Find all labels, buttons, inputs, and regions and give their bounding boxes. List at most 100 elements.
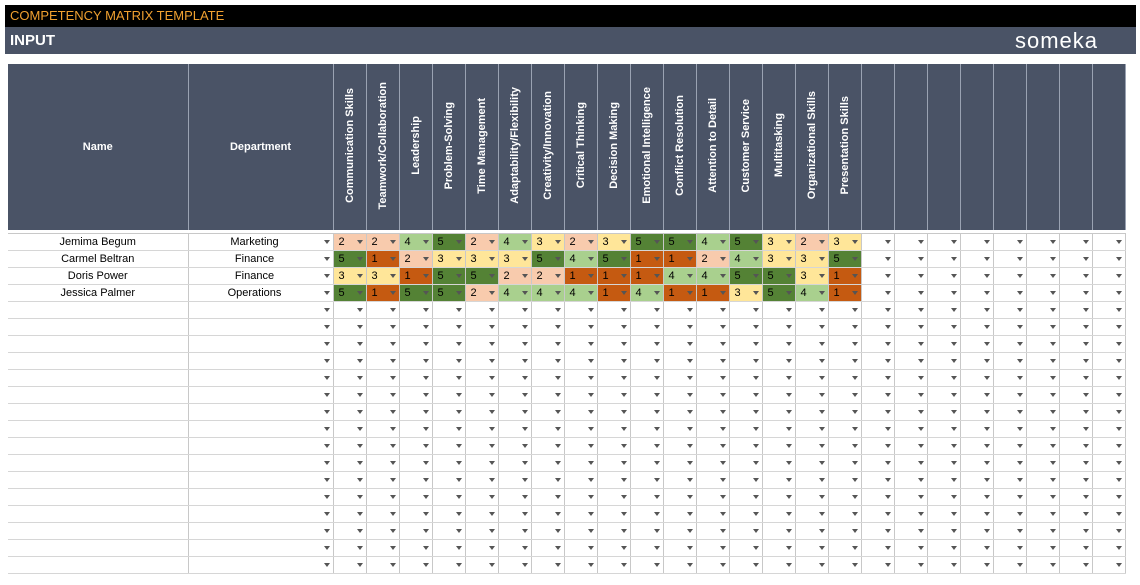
dropdown-arrow-icon[interactable] — [554, 546, 561, 550]
dropdown-arrow-icon[interactable] — [1016, 427, 1023, 431]
dropdown-arrow-icon[interactable] — [356, 393, 363, 397]
blank-score-select[interactable] — [927, 386, 961, 404]
score-select[interactable]: 5 — [762, 267, 796, 285]
dropdown-arrow-icon[interactable] — [785, 240, 792, 244]
dropdown-arrow-icon[interactable] — [818, 495, 825, 499]
dropdown-arrow-icon[interactable] — [686, 563, 693, 567]
dropdown-arrow-icon[interactable] — [587, 529, 594, 533]
dropdown-arrow-icon[interactable] — [950, 512, 957, 516]
dropdown-arrow-icon[interactable] — [752, 427, 759, 431]
dropdown-arrow-icon[interactable] — [686, 240, 693, 244]
score-select[interactable] — [432, 352, 466, 370]
dropdown-arrow-icon[interactable] — [719, 563, 726, 567]
dropdown-arrow-icon[interactable] — [884, 308, 891, 312]
dropdown-arrow-icon[interactable] — [884, 563, 891, 567]
dropdown-arrow-icon[interactable] — [587, 308, 594, 312]
score-select[interactable] — [696, 454, 730, 472]
dropdown-arrow-icon[interactable] — [884, 495, 891, 499]
dropdown-arrow-icon[interactable] — [323, 529, 330, 533]
dropdown-arrow-icon[interactable] — [422, 257, 429, 261]
score-select[interactable]: 5 — [432, 233, 466, 251]
dropdown-arrow-icon[interactable] — [521, 342, 528, 346]
score-select[interactable] — [630, 437, 664, 455]
dropdown-arrow-icon[interactable] — [323, 325, 330, 329]
score-select[interactable] — [366, 488, 400, 506]
dropdown-arrow-icon[interactable] — [620, 546, 627, 550]
score-select[interactable] — [795, 539, 829, 557]
blank-score-select[interactable] — [960, 267, 994, 285]
score-select[interactable] — [762, 352, 796, 370]
score-select[interactable] — [366, 318, 400, 336]
dropdown-arrow-icon[interactable] — [356, 240, 363, 244]
score-select[interactable] — [333, 301, 367, 319]
dropdown-arrow-icon[interactable] — [785, 461, 792, 465]
dropdown-arrow-icon[interactable] — [983, 393, 990, 397]
score-select[interactable] — [432, 556, 466, 574]
blank-score-select[interactable] — [1026, 488, 1060, 506]
score-select[interactable] — [795, 301, 829, 319]
blank-score-select[interactable] — [894, 556, 928, 574]
score-select[interactable] — [399, 488, 433, 506]
score-select[interactable] — [399, 301, 433, 319]
score-select[interactable] — [333, 352, 367, 370]
dropdown-arrow-icon[interactable] — [422, 376, 429, 380]
dropdown-arrow-icon[interactable] — [785, 393, 792, 397]
blank-score-select[interactable] — [993, 318, 1027, 336]
dropdown-arrow-icon[interactable] — [587, 563, 594, 567]
dropdown-arrow-icon[interactable] — [587, 257, 594, 261]
score-select[interactable] — [597, 437, 631, 455]
dropdown-arrow-icon[interactable] — [851, 563, 858, 567]
dropdown-arrow-icon[interactable] — [422, 240, 429, 244]
blank-score-select[interactable] — [960, 437, 994, 455]
dropdown-arrow-icon[interactable] — [488, 342, 495, 346]
score-select[interactable] — [498, 369, 532, 387]
name-cell[interactable]: Doris Power — [8, 267, 189, 285]
score-select[interactable] — [465, 301, 499, 319]
blank-score-select[interactable] — [894, 250, 928, 268]
score-select[interactable] — [663, 454, 697, 472]
dropdown-arrow-icon[interactable] — [983, 444, 990, 448]
score-select[interactable] — [828, 437, 862, 455]
dropdown-arrow-icon[interactable] — [884, 376, 891, 380]
dropdown-arrow-icon[interactable] — [1049, 257, 1056, 261]
dropdown-arrow-icon[interactable] — [455, 444, 462, 448]
score-select[interactable] — [696, 437, 730, 455]
blank-score-select[interactable] — [960, 488, 994, 506]
score-select[interactable] — [762, 539, 796, 557]
dropdown-arrow-icon[interactable] — [389, 274, 396, 278]
dropdown-arrow-icon[interactable] — [686, 495, 693, 499]
score-select[interactable] — [333, 318, 367, 336]
dropdown-arrow-icon[interactable] — [389, 376, 396, 380]
score-select[interactable] — [597, 301, 631, 319]
dropdown-arrow-icon[interactable] — [653, 240, 660, 244]
dropdown-arrow-icon[interactable] — [554, 393, 561, 397]
score-select[interactable] — [366, 522, 400, 540]
score-select[interactable] — [795, 454, 829, 472]
dropdown-arrow-icon[interactable] — [719, 240, 726, 244]
score-select[interactable] — [795, 369, 829, 387]
score-select[interactable] — [828, 488, 862, 506]
dropdown-arrow-icon[interactable] — [455, 478, 462, 482]
dropdown-arrow-icon[interactable] — [521, 274, 528, 278]
dropdown-arrow-icon[interactable] — [653, 325, 660, 329]
blank-score-select[interactable] — [1026, 556, 1060, 574]
dropdown-arrow-icon[interactable] — [389, 461, 396, 465]
department-select[interactable] — [188, 505, 334, 523]
dropdown-arrow-icon[interactable] — [1115, 546, 1122, 550]
dropdown-arrow-icon[interactable] — [653, 257, 660, 261]
blank-score-select[interactable] — [960, 403, 994, 421]
dropdown-arrow-icon[interactable] — [1049, 512, 1056, 516]
dropdown-arrow-icon[interactable] — [785, 376, 792, 380]
score-select[interactable] — [399, 352, 433, 370]
dropdown-arrow-icon[interactable] — [818, 461, 825, 465]
blank-score-select[interactable] — [1026, 522, 1060, 540]
dropdown-arrow-icon[interactable] — [1016, 546, 1023, 550]
dropdown-arrow-icon[interactable] — [554, 325, 561, 329]
score-select[interactable] — [762, 522, 796, 540]
score-select[interactable] — [333, 386, 367, 404]
dropdown-arrow-icon[interactable] — [620, 393, 627, 397]
dropdown-arrow-icon[interactable] — [818, 274, 825, 278]
blank-score-select[interactable] — [894, 386, 928, 404]
blank-score-select[interactable] — [1059, 556, 1093, 574]
score-select[interactable]: 3 — [795, 250, 829, 268]
